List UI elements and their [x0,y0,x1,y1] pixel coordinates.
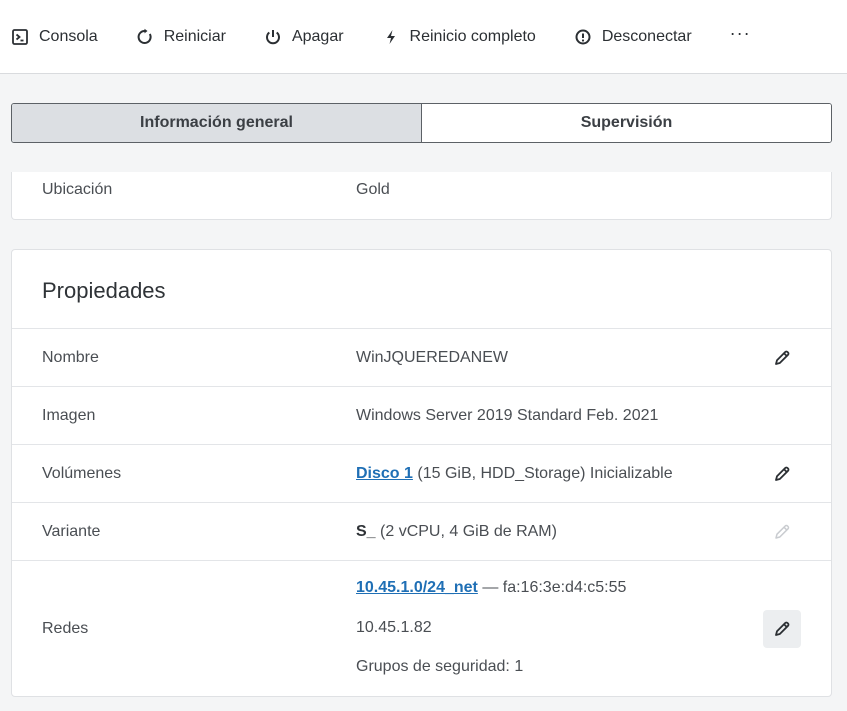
network-ip: 10.45.1.82 [356,619,432,636]
flavor-value: S_ (2 vCPU, 4 GiB de RAM) [356,523,557,541]
pencil-icon [775,466,790,481]
more-options-button[interactable]: ··· [730,23,751,44]
shutdown-label: Apagar [291,27,344,45]
flavor-name: S_ [356,522,376,540]
network-link[interactable]: 10.45.1.0/24_net [356,579,478,596]
image-value: Windows Server 2019 Standard Feb. 2021 [356,406,659,424]
pencil-icon [775,524,790,539]
name-row: Nombre WinJQUEREDANEW [12,328,831,386]
networks-label: Redes [42,619,89,637]
name-value: WinJQUEREDANEW [356,348,509,366]
disk-detail: (15 GiB, HDD_Storage) Inicializable [412,464,673,482]
image-row: Imagen Windows Server 2019 Standard Feb.… [12,386,831,444]
view-tabs: Información general Supervisión [11,103,832,143]
restart-label: Reiniciar [163,27,226,45]
volumes-value: Disco 1 (15 GiB, HDD_Storage) Inicializa… [356,465,673,483]
properties-title: Propiedades [42,278,166,303]
location-value: Gold [356,181,390,198]
restart-icon [136,28,154,46]
edit-volumes-button[interactable] [763,455,801,493]
tab-monitoring[interactable]: Supervisión [422,104,831,142]
disconnect-label: Desconectar [601,27,692,45]
general-info-card: Ubicación Gold [11,172,832,220]
power-icon [264,28,282,46]
flavor-detail: (2 vCPU, 4 GiB de RAM) [375,522,557,540]
network-mac: — fa:16:3e:d4:c5:55 [477,579,627,596]
console-icon [11,28,29,46]
tab-general-info[interactable]: Información general [12,104,422,142]
security-groups: Grupos de seguridad: 1 [356,658,524,675]
disconnect-button[interactable]: Desconectar [574,28,692,46]
location-label: Ubicación [42,181,113,198]
edit-networks-button[interactable] [763,609,801,648]
console-button[interactable]: Consola [11,28,98,46]
networks-row: Redes 10.45.1.0/24_net — fa:16:3e:d4:c5:… [12,560,831,696]
restart-button[interactable]: Reiniciar [136,28,226,46]
flavor-row: Variante S_ (2 vCPU, 4 GiB de RAM) [12,502,831,560]
console-label: Consola [39,27,98,45]
disk-link[interactable]: Disco 1 [356,465,413,482]
action-toolbar: Consola Reiniciar Apagar Reinicio comple… [0,0,847,74]
edit-name-button[interactable] [763,339,801,377]
disconnect-icon [574,28,592,46]
shutdown-button[interactable]: Apagar [264,28,344,46]
edit-flavor-button[interactable] [763,513,801,551]
hard-reboot-label: Reinicio completo [409,27,536,45]
pencil-icon [775,621,790,636]
flavor-label: Variante [42,522,101,540]
image-label: Imagen [42,406,96,424]
volumes-label: Volúmenes [42,464,122,482]
pencil-icon [775,350,790,365]
name-label: Nombre [42,348,99,366]
network-line: 10.45.1.0/24_net — fa:16:3e:d4:c5:55 [356,579,626,597]
volumes-row: Volúmenes Disco 1 (15 GiB, HDD_Storage) … [12,444,831,502]
hard-reboot-button[interactable]: Reinicio completo [382,28,536,46]
properties-card: Propiedades Nombre WinJQUEREDANEW Imagen… [11,249,832,697]
lightning-icon [382,28,400,46]
